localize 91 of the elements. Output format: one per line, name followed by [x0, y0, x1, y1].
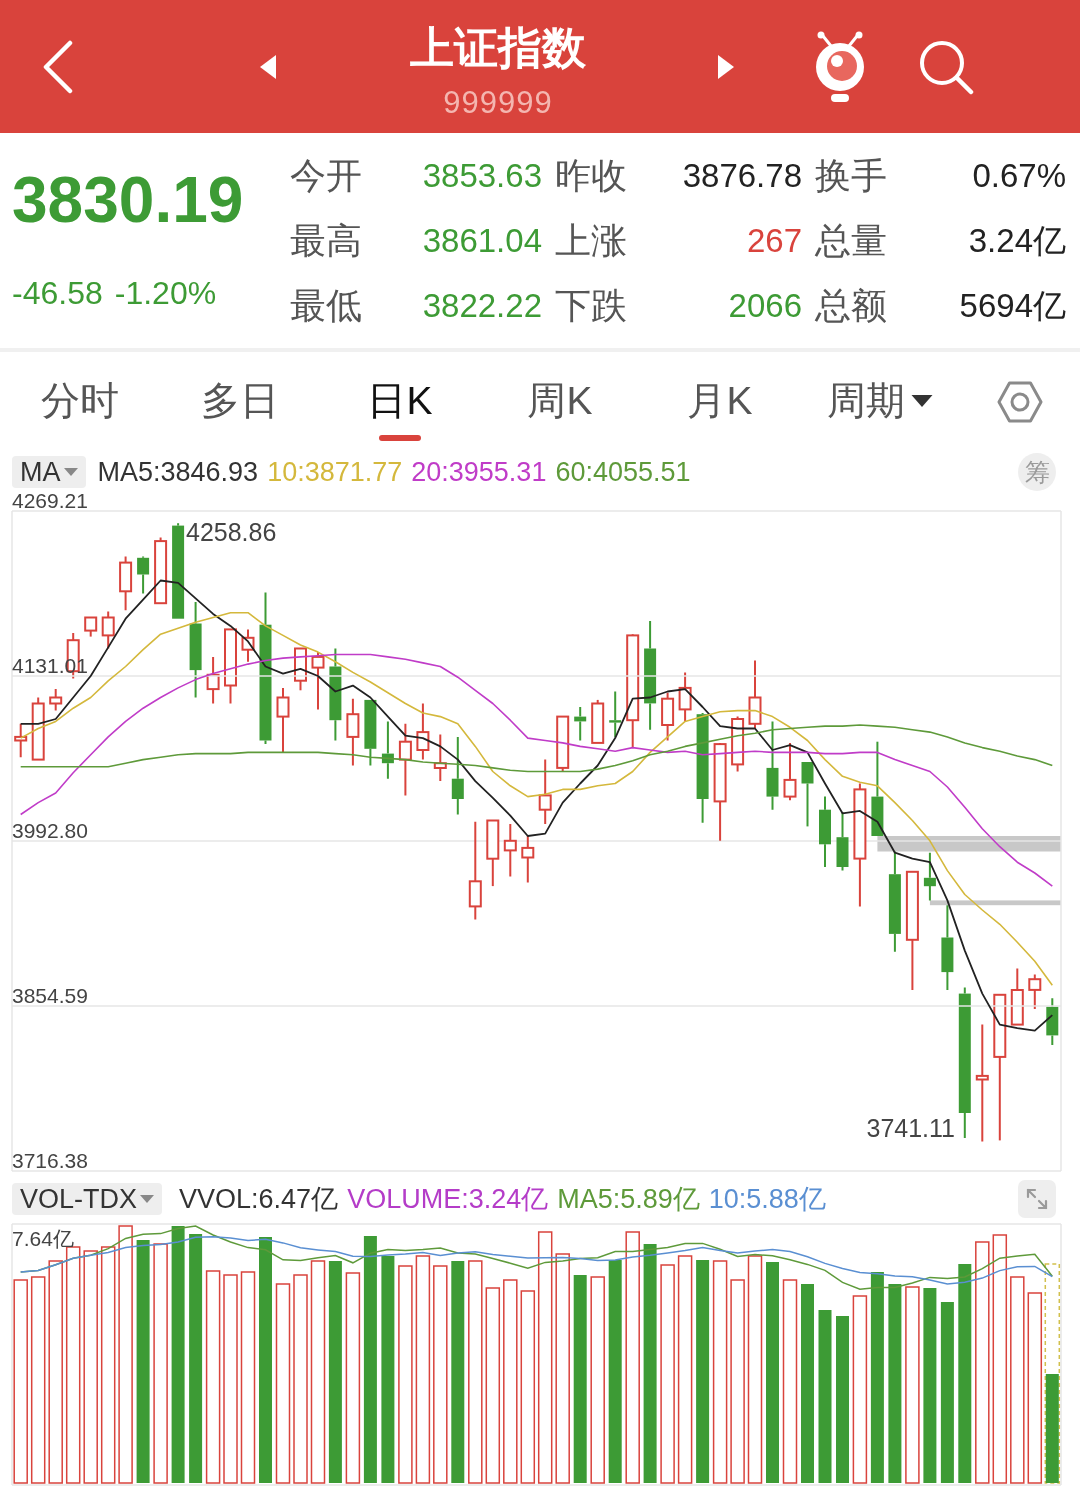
page-title: 上证指数	[410, 22, 586, 74]
falling-candle	[364, 698, 377, 767]
stat-value: 2066	[728, 285, 802, 326]
rising-candle	[311, 651, 325, 711]
stat-label: 下跌	[555, 284, 627, 327]
falling-candle	[801, 761, 814, 828]
stat-label: 今开	[290, 154, 362, 197]
rising-candle	[731, 715, 745, 773]
stat-value: 3822.22	[422, 285, 542, 326]
stat-value: 3861.04	[422, 220, 542, 261]
caret-down-icon	[140, 1195, 155, 1203]
rising-candle	[14, 722, 28, 759]
indicator-value: 60:4055.51	[555, 456, 691, 488]
indicator-dropdown[interactable]: VOL-TDX	[12, 1183, 163, 1215]
rising-candle	[503, 823, 517, 878]
tab[interactable]: 月K	[683, 352, 757, 444]
rising-candle	[119, 555, 133, 612]
falling-candle	[609, 690, 622, 738]
rising-candle	[538, 758, 552, 825]
stat-label: 总量	[815, 219, 887, 262]
rising-candle	[521, 835, 535, 884]
tab[interactable]: 周K	[523, 352, 597, 444]
stat-value: 3876.78	[682, 155, 802, 196]
rising-candle	[416, 702, 430, 761]
axis-label: 3716.38	[12, 1148, 88, 1172]
rising-candle	[84, 616, 98, 638]
falling-candle	[137, 555, 150, 595]
rising-candle	[31, 696, 45, 761]
rising-candle	[101, 610, 115, 650]
indicator-value: VOLUME:3.24亿	[347, 1183, 549, 1216]
stat-label: 换手	[815, 154, 887, 197]
tab[interactable]: 多日	[197, 352, 283, 444]
rising-candle	[433, 733, 447, 783]
rising-candle	[783, 741, 797, 802]
dropdown-button[interactable]: 周期	[823, 352, 937, 444]
stat-value: 267	[746, 220, 802, 261]
stat-value: 3.24亿	[968, 220, 1066, 261]
triangle-left-icon[interactable]	[260, 54, 276, 79]
stat-label: 昨收	[555, 154, 627, 197]
indicator-value: 10:3871.77	[267, 456, 403, 488]
stat-value: 5694亿	[959, 285, 1066, 326]
rising-candle	[276, 686, 290, 754]
falling-candle	[574, 706, 587, 742]
rising-candle	[748, 659, 762, 730]
falling-candle	[381, 720, 394, 780]
stat-label: 总额	[815, 284, 887, 327]
stat-value: 3853.63	[422, 155, 542, 196]
axis-label: 3854.59	[12, 983, 88, 1007]
rising-candle	[1010, 967, 1024, 1026]
caret-down-icon	[911, 395, 933, 407]
low-price-label: 3741.11	[866, 1114, 955, 1142]
rising-candle	[241, 628, 255, 663]
rising-candle	[49, 688, 63, 712]
chevron-left-icon[interactable]	[42, 39, 74, 94]
rising-candle	[154, 536, 168, 605]
percent-change: -1.20%	[114, 276, 217, 310]
last-price: 3830.19	[12, 163, 244, 238]
expand-icon[interactable]	[1018, 1180, 1056, 1218]
rising-candle	[661, 691, 675, 742]
indicator-value: MA5:5.89亿	[557, 1183, 700, 1216]
axis-label: 7.64亿	[12, 1227, 74, 1250]
rising-candle	[346, 697, 360, 767]
stat-label: 上涨	[555, 219, 627, 262]
axis-label: 4269.21	[12, 488, 88, 512]
indicator-value: 10:5.88亿	[708, 1183, 826, 1216]
indicator-value: VVOL:6.47亿	[179, 1183, 339, 1216]
rising-candle	[1028, 973, 1042, 1011]
indicator-value: MA5:3846.93	[97, 456, 259, 488]
rising-candle	[678, 671, 692, 723]
falling-candle	[1046, 997, 1059, 1046]
rising-candle	[206, 655, 220, 705]
rising-candle	[486, 819, 500, 888]
tab[interactable]: 分时	[37, 352, 123, 444]
rising-candle	[294, 647, 307, 692]
search-icon[interactable]	[918, 38, 974, 95]
triangle-right-icon[interactable]	[718, 54, 734, 79]
high-price-label: 4258.86	[186, 518, 277, 546]
stat-label: 最高	[290, 219, 362, 262]
stock-code: 999999	[443, 85, 553, 121]
falling-candle	[836, 811, 849, 872]
axis-label: 3992.80	[12, 818, 88, 842]
tab[interactable]: 日K	[363, 352, 437, 444]
indicator-dropdown[interactable]: MA	[12, 456, 86, 488]
rising-candle	[591, 698, 605, 744]
rising-candle	[556, 715, 570, 773]
stat-label: 最低	[290, 284, 362, 327]
caret-down-icon	[63, 468, 78, 476]
indicator-value: 20:3955.31	[411, 456, 547, 488]
stat-value: 0.67%	[972, 155, 1066, 196]
price-change: -46.58	[12, 276, 103, 310]
falling-candle	[923, 851, 936, 902]
